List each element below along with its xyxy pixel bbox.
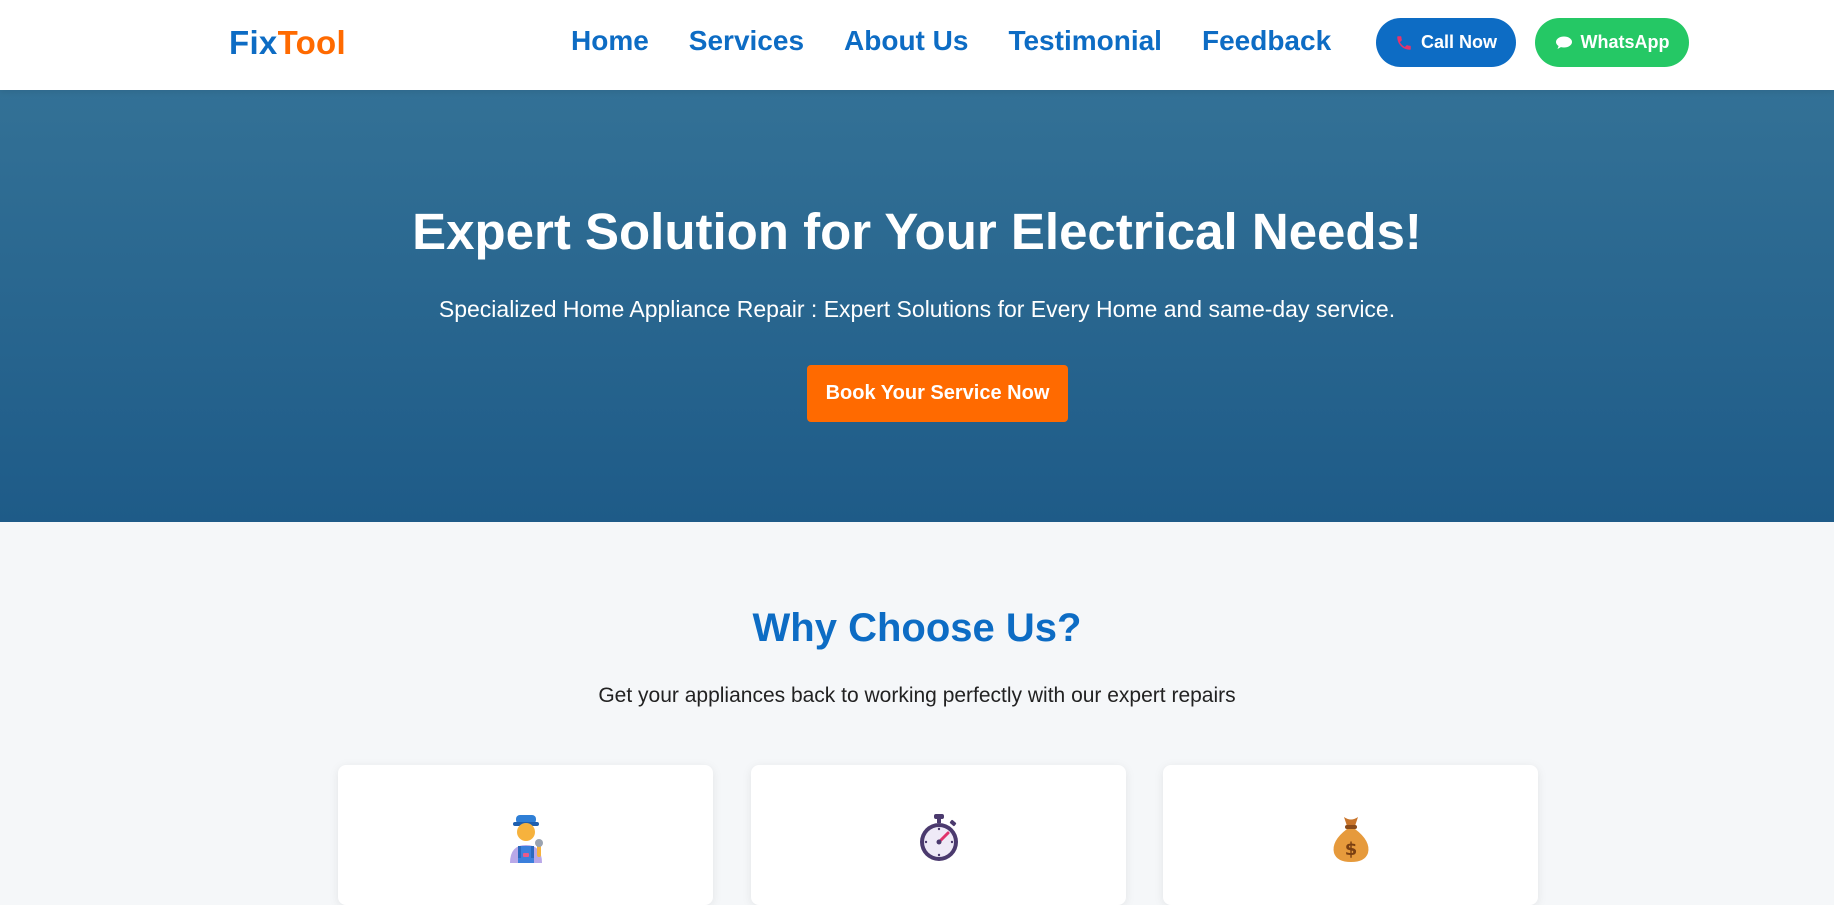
logo-part-tool: Tool (277, 24, 346, 61)
why-subtitle: Get your appliances back to working perf… (598, 684, 1236, 707)
money-bag-icon: $ (1333, 817, 1368, 862)
navbar: FixTool Home Services About Us Testimoni… (0, 0, 1834, 90)
whatsapp-label: WhatsApp (1580, 32, 1670, 52)
feature-card-technician (338, 765, 713, 905)
nav-link-about-us[interactable]: About Us (844, 25, 968, 57)
call-now-button[interactable]: Call Now (1376, 18, 1516, 67)
stopwatch-icon (919, 814, 958, 861)
feature-card-money-bag: $ (1163, 765, 1538, 905)
book-service-button[interactable]: Book Your Service Now (807, 365, 1068, 422)
phone-icon (1397, 35, 1411, 50)
nav-links: Home Services About Us Testimonial Feedb… (571, 25, 1331, 57)
logo-part-fix: Fix (229, 24, 278, 61)
technician-icon (509, 815, 543, 863)
hero-section: Expert Solution for Your Electrical Need… (0, 90, 1834, 522)
why-title: Why Choose Us? (752, 606, 1082, 650)
chat-bubble-icon (1555, 36, 1572, 49)
nav-link-home[interactable]: Home (571, 25, 649, 57)
nav-link-testimonial[interactable]: Testimonial (1008, 25, 1162, 57)
hero-subtitle: Specialized Home Appliance Repair : Expe… (438, 296, 1396, 322)
call-now-label: Call Now (1420, 32, 1497, 52)
logo[interactable]: FixTool (229, 24, 346, 62)
nav-link-services[interactable]: Services (689, 25, 804, 57)
svg-text:$: $ (1344, 839, 1357, 860)
hero-title: Expert Solution for Your Electrical Need… (412, 203, 1422, 260)
feature-card-stopwatch (751, 765, 1126, 905)
whatsapp-button[interactable]: WhatsApp (1535, 18, 1689, 67)
nav-link-feedback[interactable]: Feedback (1202, 25, 1331, 57)
